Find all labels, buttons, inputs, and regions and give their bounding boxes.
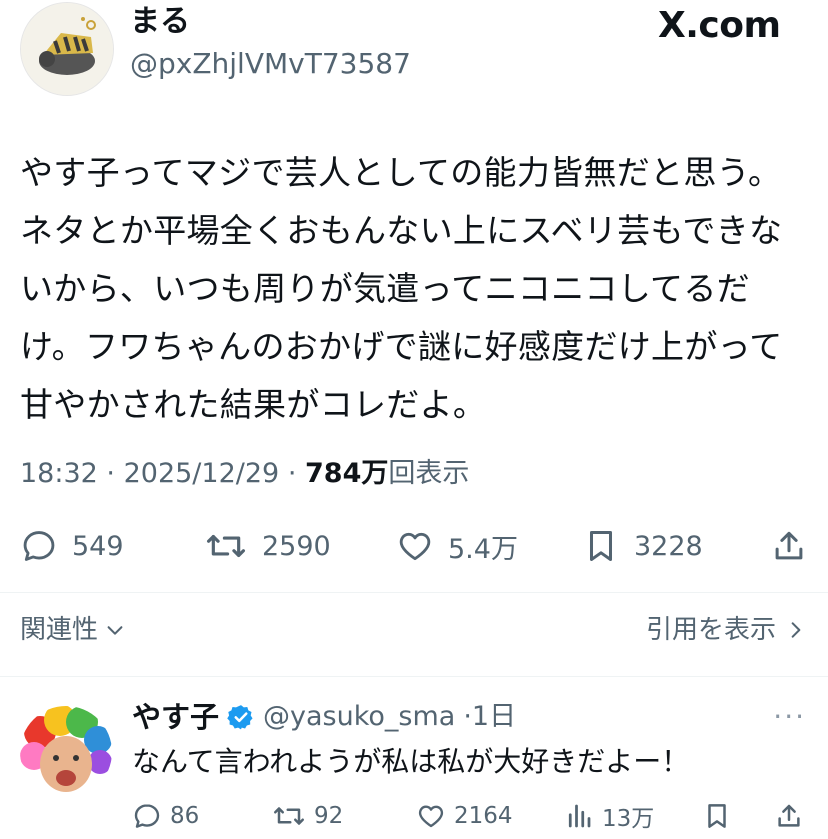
views-unit: 万 <box>361 458 389 489</box>
quotes-label: 引用を表示 <box>645 615 776 645</box>
heart-icon <box>418 805 444 828</box>
reply-count: 549 <box>72 530 124 562</box>
reply-display-name[interactable]: やす子 <box>132 696 219 738</box>
divider <box>0 592 828 593</box>
reply-reply-button[interactable]: 86 <box>132 796 199 836</box>
reply-author-avatar[interactable] <box>20 706 112 798</box>
views-chart-icon <box>568 804 591 828</box>
cat-sleeping-avatar-icon <box>21 3 113 95</box>
x-com-watermark: X.com <box>658 4 781 48</box>
repost-icon <box>206 534 245 558</box>
share-button[interactable] <box>770 524 808 568</box>
view-quotes-link[interactable]: 引用を表示 <box>646 610 806 650</box>
tweet-text: やす子ってマジで芸人としての能力皆無だと思う。 ネタとか平場全くおもんない上にス… <box>20 153 783 424</box>
bookmark-icon <box>589 531 613 561</box>
reply-header: やす子 @yasuko_sma ·1日 <box>132 696 516 738</box>
reply-like-button[interactable]: 2164 <box>416 796 513 836</box>
watermark-text: X.com <box>658 5 781 46</box>
repost-button[interactable]: 2590 <box>204 524 331 568</box>
tweet-meta: 18:32 · 2025/12/29 · 784万回表示 <box>20 454 469 494</box>
reply-repost-button[interactable]: 92 <box>272 796 343 836</box>
views-count: 784 <box>305 458 362 489</box>
reply-icon <box>23 531 55 561</box>
more-icon: ··· <box>773 700 806 733</box>
reply-button[interactable]: 549 <box>20 524 124 568</box>
tweet-time[interactable]: 18:32 <box>20 458 98 489</box>
author-display-name[interactable]: まる <box>130 2 190 42</box>
meta-separator: · <box>106 458 115 489</box>
chevron-down-icon <box>107 626 123 635</box>
like-count: 5.4万 <box>448 533 518 565</box>
share-icon <box>778 804 800 827</box>
reply-reply-count: 86 <box>170 803 200 829</box>
reply-views-count: 13万 <box>602 806 655 832</box>
repost-icon <box>274 807 304 825</box>
reply-handle[interactable]: @yasuko_sma <box>263 696 455 738</box>
reply-age: ·1日 <box>463 701 517 732</box>
author-avatar[interactable] <box>20 2 114 96</box>
share-icon <box>775 531 803 560</box>
reply-share-button[interactable] <box>774 796 804 836</box>
reply-text: なんて言われようが私は私が大好きだよー！ <box>132 745 690 778</box>
author-handle[interactable]: @pxZhjlVMvT73587 <box>130 44 411 84</box>
reply-icon <box>134 804 160 828</box>
verified-badge-icon <box>227 705 253 730</box>
bookmark-button[interactable]: 3228 <box>582 524 703 568</box>
more-options-button[interactable]: ··· <box>773 700 806 733</box>
bookmark-count: 3228 <box>634 530 703 562</box>
views-label: 回表示 <box>388 458 470 489</box>
like-button[interactable]: 5.4万 <box>396 524 518 568</box>
sort-relevance-dropdown[interactable]: 関連性 <box>20 610 126 650</box>
rainbow-wig-avatar-icon <box>20 706 112 798</box>
heart-icon <box>399 532 431 561</box>
tweet-date[interactable]: 2025/12/29 <box>124 458 280 489</box>
reply-repost-count: 92 <box>314 803 344 829</box>
bookmark-icon <box>708 804 726 828</box>
reply-bookmark-button[interactable] <box>702 796 732 836</box>
reply-views-button[interactable]: 13万 <box>564 796 654 836</box>
repost-count: 2590 <box>262 530 331 562</box>
reply-like-count: 2164 <box>454 803 513 829</box>
meta-separator-2: · <box>287 458 297 489</box>
divider-2 <box>0 676 828 677</box>
chevron-right-icon <box>791 622 801 638</box>
sort-label: 関連性 <box>20 615 99 645</box>
